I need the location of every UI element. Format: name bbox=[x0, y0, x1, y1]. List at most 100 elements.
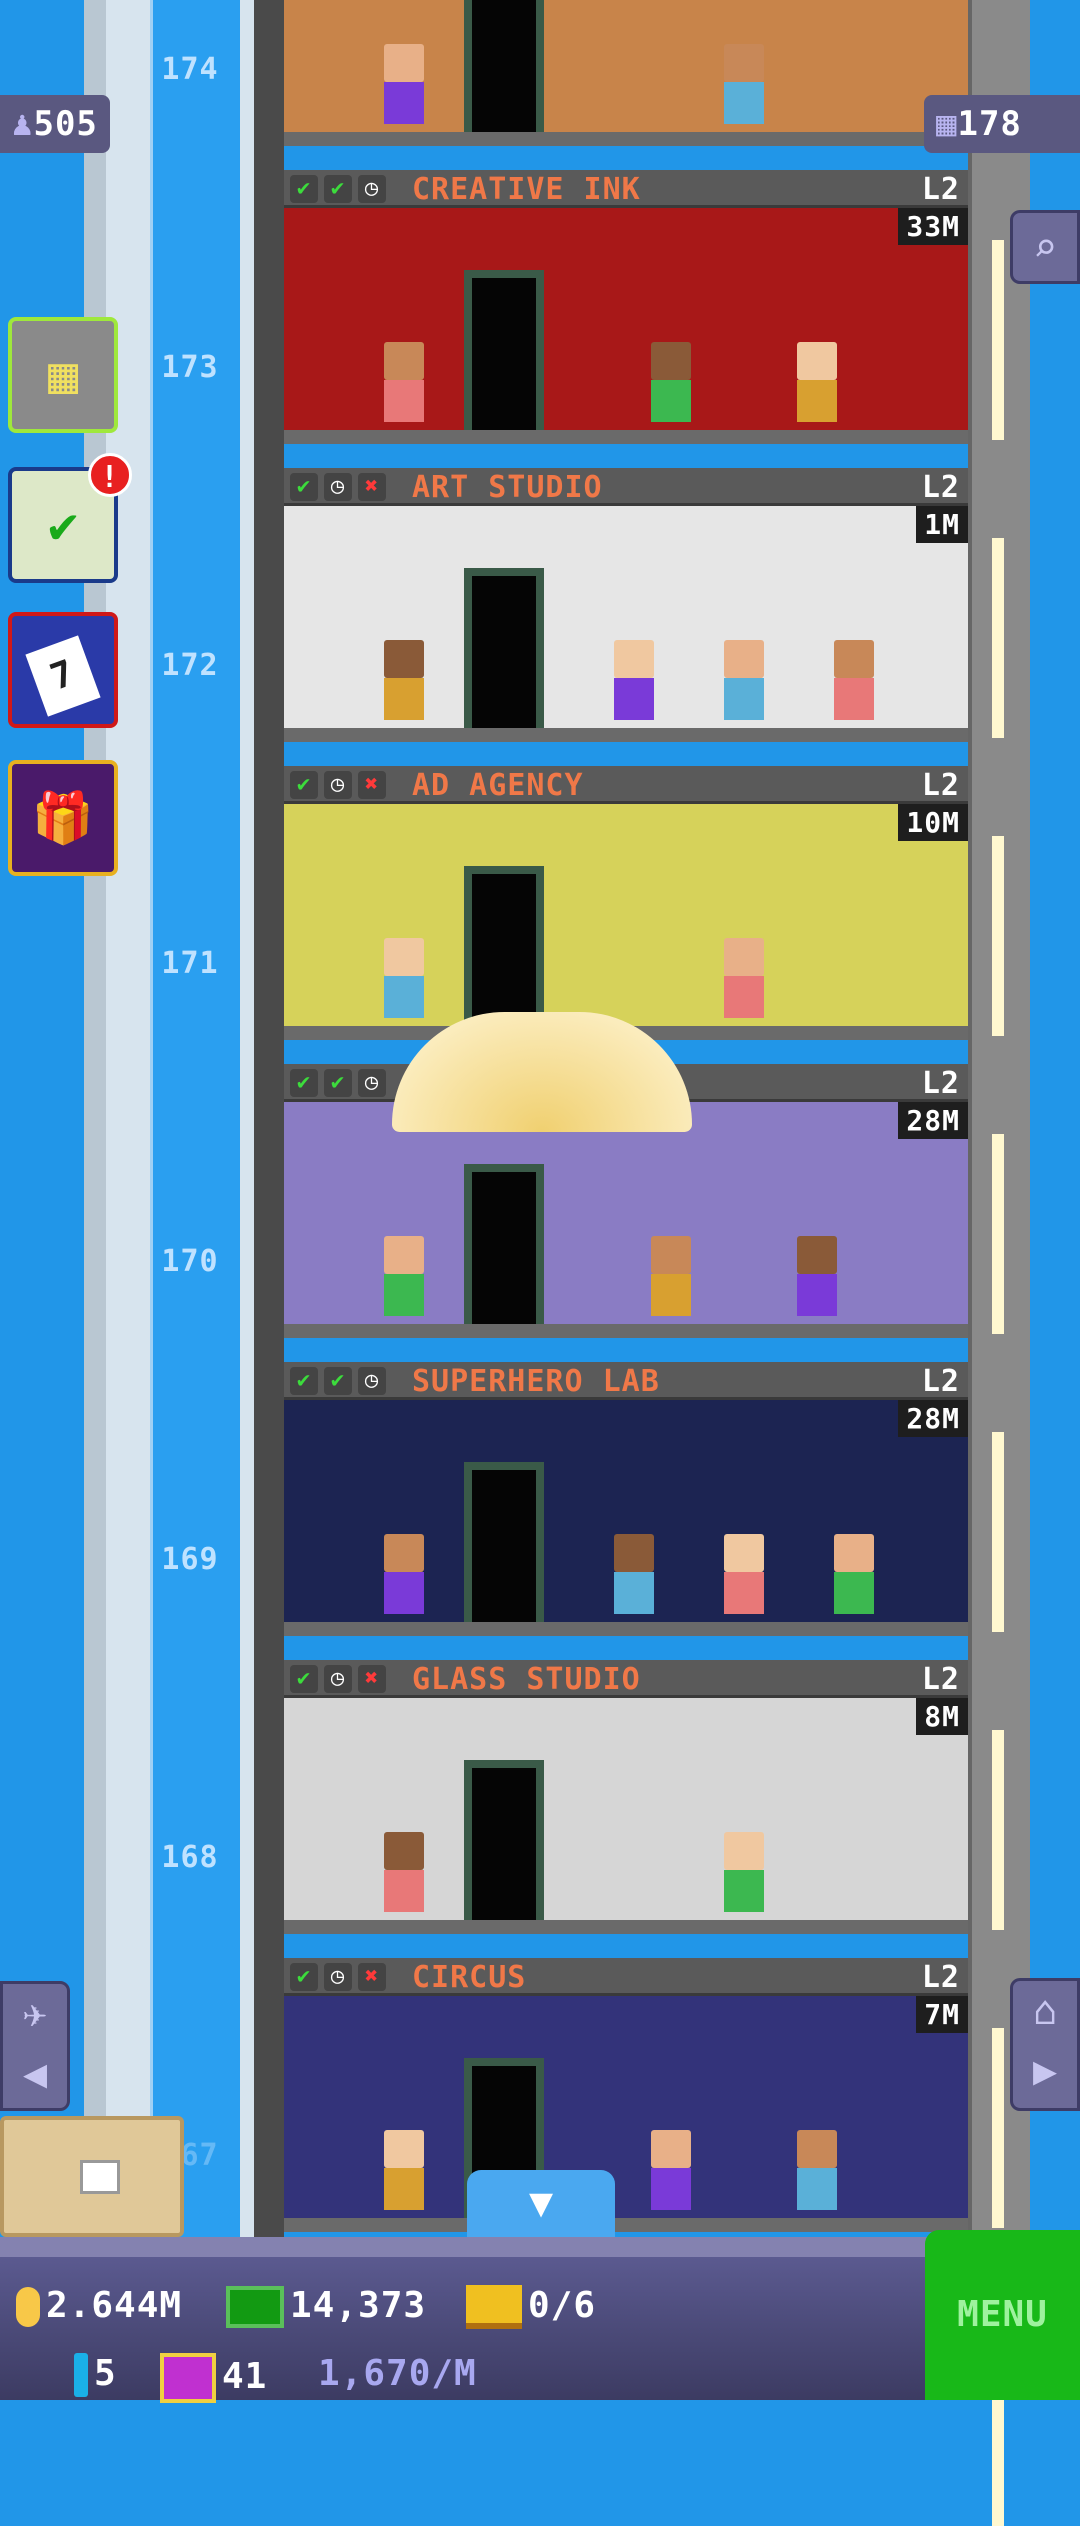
bitizen[interactable] bbox=[797, 342, 838, 422]
status-x-icon: ✖ bbox=[358, 1963, 386, 1991]
status-clock-icon: ◷ bbox=[358, 175, 386, 203]
status-check-icon: ✔ bbox=[290, 1963, 318, 1991]
notification-badge: ! bbox=[88, 453, 132, 497]
search-button[interactable]: ⌕ bbox=[1010, 210, 1080, 284]
floor-header[interactable]: ✔ ✔ ◷ SUPERHERO LAB L2 bbox=[284, 1362, 968, 1400]
bitizen[interactable] bbox=[650, 342, 691, 422]
status-check-icon: ✔ bbox=[324, 1367, 352, 1395]
status-check-icon: ✔ bbox=[290, 175, 318, 203]
stock-amount: 10M bbox=[898, 804, 968, 841]
checklist-icon: ✔ bbox=[47, 496, 79, 554]
bitizen[interactable] bbox=[797, 2130, 838, 2210]
floor-171[interactable]: ✔ ◷ ✖ AD AGENCY L2 10M bbox=[284, 766, 968, 1040]
status-check-icon: ✔ bbox=[290, 771, 318, 799]
shaft-floor-number: 173 bbox=[161, 350, 219, 385]
floor-slab bbox=[284, 2218, 968, 2232]
bitizen[interactable] bbox=[614, 640, 654, 720]
floor-174[interactable] bbox=[284, 0, 968, 146]
room-interior[interactable] bbox=[284, 0, 968, 132]
population-counter[interactable]: ♟505 bbox=[0, 95, 110, 153]
floor-header[interactable]: ✔ ◷ ✖ ART STUDIO L2 bbox=[284, 468, 968, 506]
storage-crate-button[interactable] bbox=[0, 2116, 184, 2237]
building-icon: ▦ bbox=[47, 346, 79, 404]
floor-167[interactable]: ✔ ◷ ✖ CIRCUS L2 7M bbox=[284, 1958, 968, 2232]
floor-header[interactable]: ✔ ◷ ✖ GLASS STUDIO L2 bbox=[284, 1660, 968, 1698]
window-light bbox=[992, 538, 1004, 738]
bitizen[interactable] bbox=[650, 1236, 691, 1316]
bux-stat[interactable]: 14,373 bbox=[226, 2285, 426, 2328]
floor-name: GLASS STUDIO bbox=[412, 1662, 641, 1697]
floor-header[interactable]: ✔ ◷ ✖ CIRCUS L2 bbox=[284, 1958, 968, 1996]
room-interior[interactable]: 28M bbox=[284, 1102, 968, 1324]
status-x-icon: ✖ bbox=[358, 473, 386, 501]
window-light bbox=[992, 1730, 1004, 1930]
bitizen[interactable] bbox=[724, 938, 764, 1018]
floor-name: AD AGENCY bbox=[412, 768, 584, 803]
build-floor-button[interactable]: ▦ bbox=[8, 317, 118, 433]
floor-header[interactable]: ✔ ✔ ◷ CREATIVE INK L2 bbox=[284, 170, 968, 208]
calendar-button[interactable]: 7 bbox=[8, 612, 118, 728]
gift-button[interactable]: 🎁 bbox=[8, 760, 118, 876]
bitizen[interactable] bbox=[724, 1832, 764, 1912]
elevator-door bbox=[464, 1164, 544, 1324]
bitizen[interactable] bbox=[384, 1832, 424, 1912]
bitizen[interactable] bbox=[724, 1534, 764, 1614]
menu-button[interactable]: MENU bbox=[925, 2230, 1080, 2400]
shaft-floor-number: 174 bbox=[161, 52, 219, 87]
floor-172[interactable]: ✔ ◷ ✖ ART STUDIO L2 1M bbox=[284, 468, 968, 742]
floor-level: L2 bbox=[921, 1662, 960, 1697]
bitizen[interactable] bbox=[834, 640, 874, 720]
floor-level: L2 bbox=[921, 1364, 960, 1399]
floor-slab bbox=[284, 1324, 968, 1338]
person-icon: ♟ bbox=[12, 104, 34, 144]
floor-173[interactable]: ✔ ✔ ◷ CREATIVE INK L2 33M bbox=[284, 170, 968, 444]
status-check-icon: ✔ bbox=[324, 1069, 352, 1097]
bitizen[interactable] bbox=[384, 938, 424, 1018]
bitizen[interactable] bbox=[797, 1236, 838, 1316]
arrow-left-icon: ◀ bbox=[22, 2051, 48, 2097]
bitizen[interactable] bbox=[724, 44, 764, 124]
tasks-button[interactable]: ✔ ! bbox=[8, 453, 132, 583]
floor-168[interactable]: ✔ ◷ ✖ GLASS STUDIO L2 8M bbox=[284, 1660, 968, 1934]
go-to-roof-button[interactable]: ✈ ◀ bbox=[0, 1981, 70, 2111]
go-to-lobby-button[interactable]: ⌂ ▶ bbox=[1010, 1978, 1080, 2111]
room-interior[interactable]: 33M bbox=[284, 208, 968, 430]
bitizen[interactable] bbox=[384, 1534, 424, 1614]
room-interior[interactable]: 7M bbox=[284, 1996, 968, 2218]
bitizen[interactable] bbox=[384, 342, 424, 422]
floor-level: L2 bbox=[921, 1960, 960, 1995]
bitizen[interactable] bbox=[724, 640, 764, 720]
window-light bbox=[992, 240, 1004, 440]
golden-tickets-stat[interactable]: 0/6 bbox=[466, 2285, 596, 2329]
bitizen[interactable] bbox=[650, 2130, 691, 2210]
window-light bbox=[992, 2028, 1004, 2228]
scroll-down-button[interactable]: ▼ bbox=[467, 2170, 615, 2237]
bitizen[interactable] bbox=[384, 44, 424, 124]
bitizen[interactable] bbox=[384, 1236, 424, 1316]
stock-amount: 7M bbox=[916, 1996, 968, 2033]
bitizen[interactable] bbox=[384, 640, 424, 720]
calendar-icon: 7 bbox=[25, 635, 101, 717]
room-interior[interactable]: 8M bbox=[284, 1698, 968, 1920]
room-interior[interactable]: 28M bbox=[284, 1400, 968, 1622]
floor-name: SUPERHERO LAB bbox=[412, 1364, 660, 1399]
bitizen[interactable] bbox=[384, 2130, 424, 2210]
bitizen[interactable] bbox=[834, 1534, 874, 1614]
income-rate: 1,670/M bbox=[318, 2353, 477, 2394]
floor-slab bbox=[284, 132, 968, 146]
elevator-door bbox=[464, 1462, 544, 1622]
room-interior[interactable]: 10M bbox=[284, 804, 968, 1026]
status-check-icon: ✔ bbox=[290, 1367, 318, 1395]
status-clock-icon: ◷ bbox=[358, 1367, 386, 1395]
bitizen[interactable] bbox=[614, 1534, 654, 1614]
floor-level: L2 bbox=[921, 172, 960, 207]
floors-counter[interactable]: ▦178 bbox=[924, 95, 1080, 153]
room-interior[interactable]: 1M bbox=[284, 506, 968, 728]
bottom-status-bar: 2.644M 14,373 0/6 5 41 1,670/M bbox=[0, 2237, 1080, 2403]
floor-level: L2 bbox=[921, 470, 960, 505]
floor-header[interactable]: ✔ ◷ ✖ AD AGENCY L2 bbox=[284, 766, 968, 804]
plane-icon: ✈ bbox=[22, 1991, 48, 2037]
status-clock-icon: ◷ bbox=[324, 771, 352, 799]
stock-amount: 1M bbox=[916, 506, 968, 543]
floor-169[interactable]: ✔ ✔ ◷ SUPERHERO LAB L2 28M bbox=[284, 1362, 968, 1636]
